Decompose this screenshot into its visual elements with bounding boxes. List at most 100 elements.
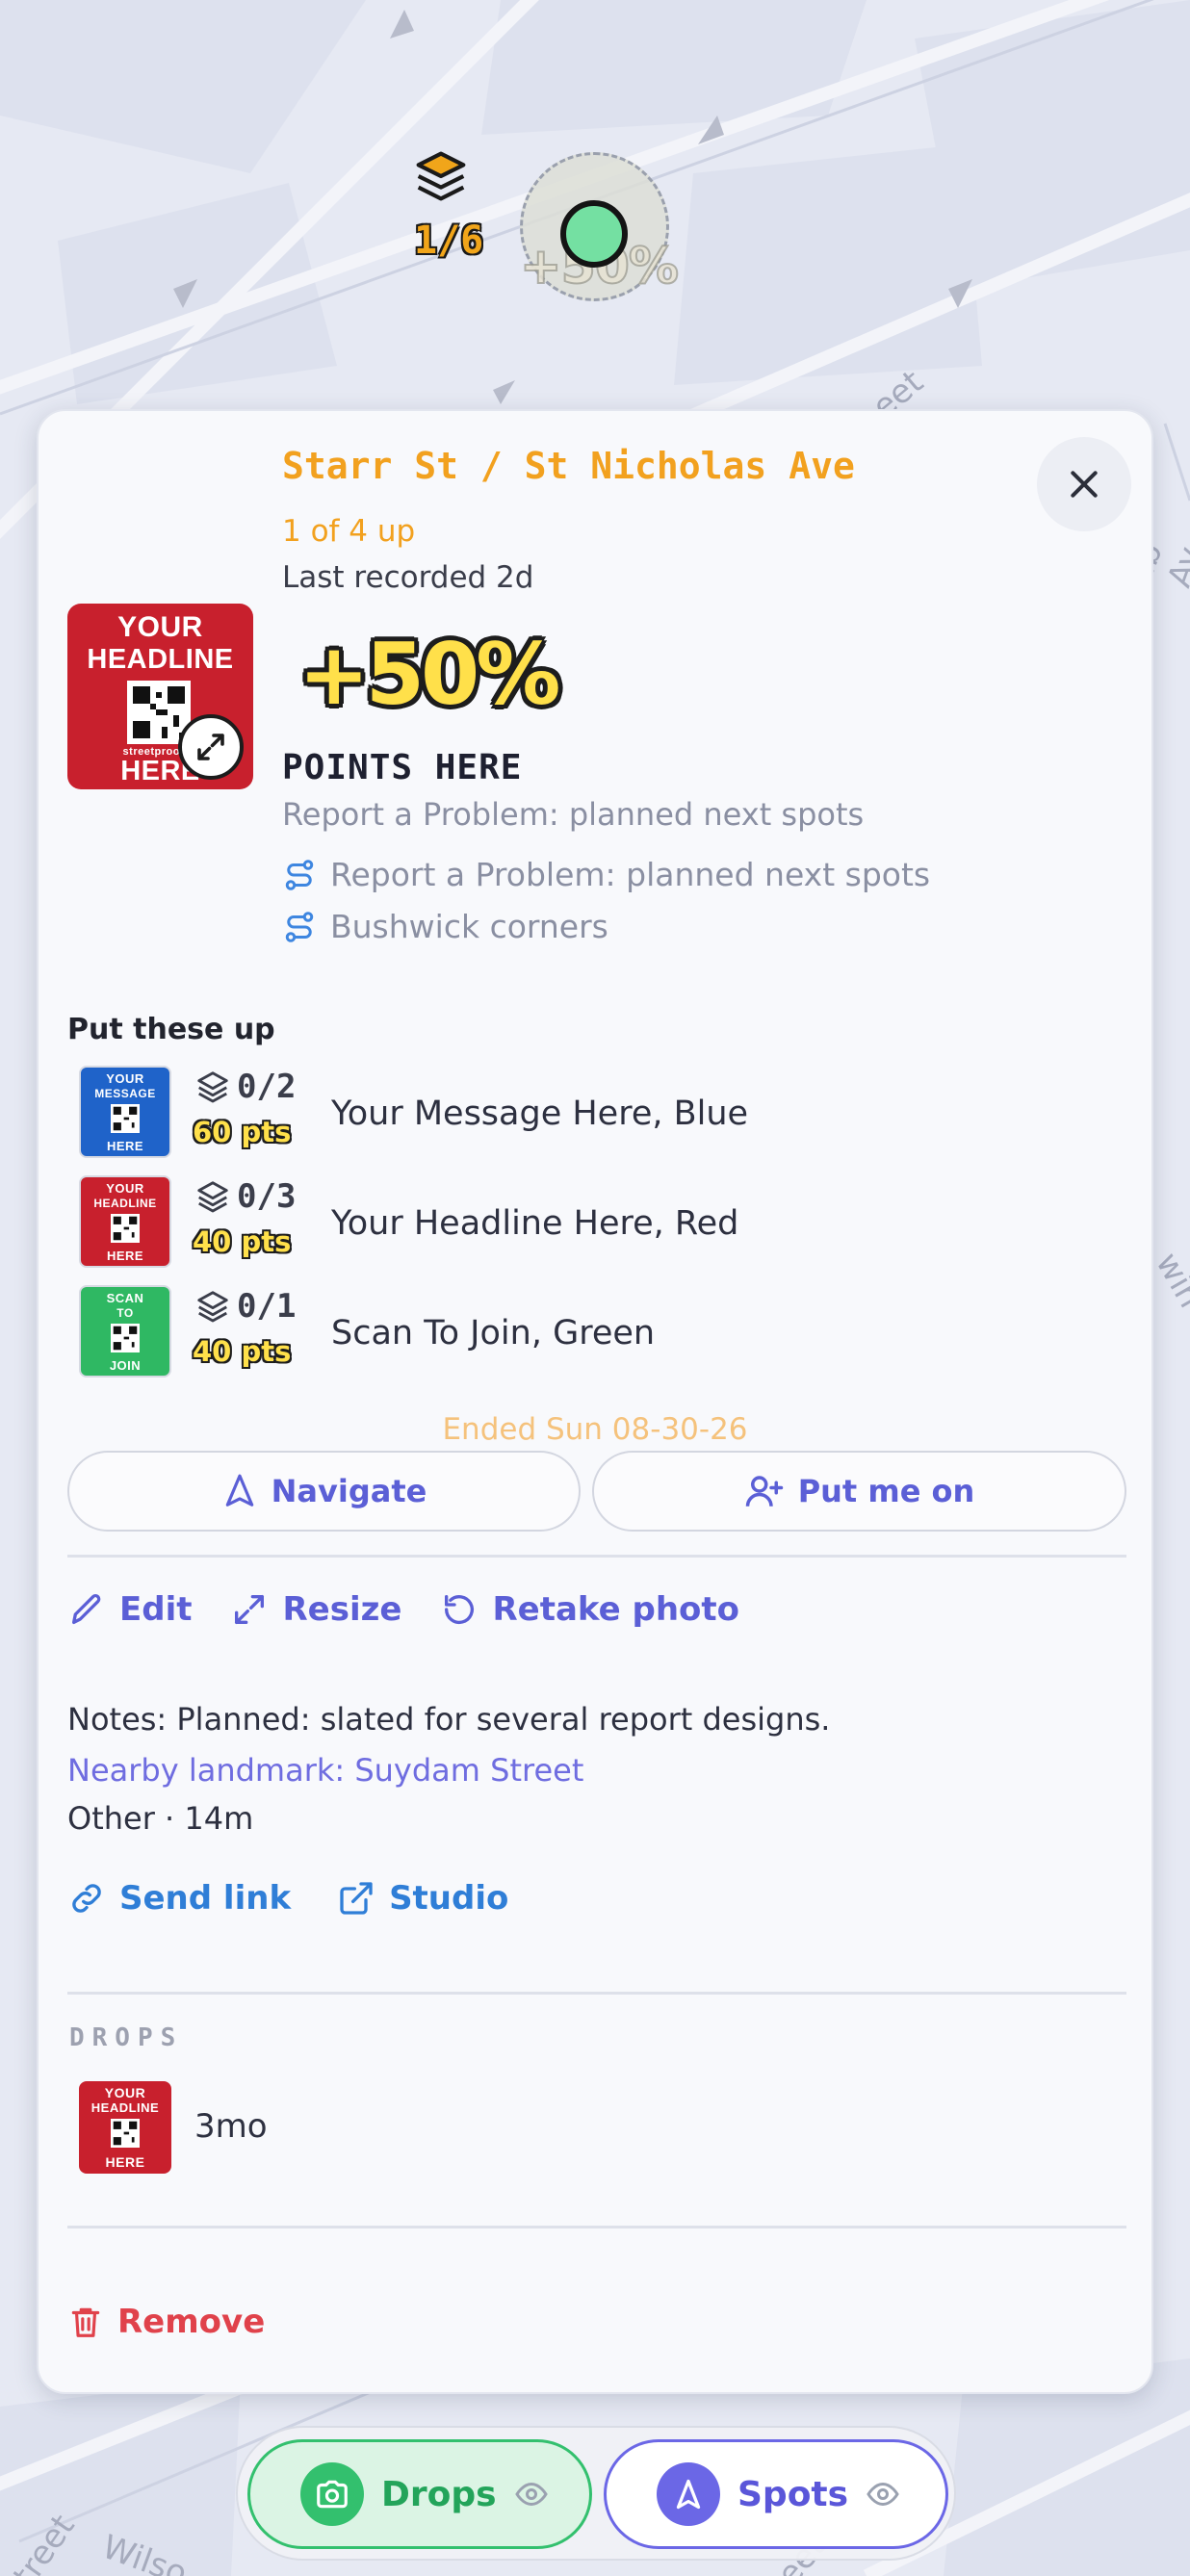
design-count-value: 0/3 xyxy=(237,1177,297,1216)
divider xyxy=(67,1555,1126,1558)
sign-line: YOUR xyxy=(117,611,203,643)
drop-age: 3mo xyxy=(194,2107,268,2146)
sign-line: MESSAGE xyxy=(94,1087,156,1100)
sign-line: HEADLINE xyxy=(93,1197,157,1210)
spot-dot[interactable] xyxy=(560,200,628,268)
navigation-icon xyxy=(225,1474,253,1507)
divider xyxy=(67,2226,1126,2228)
drop-thumbnail[interactable]: YOUR HEADLINE HERE xyxy=(79,2081,171,2174)
navigation-icon xyxy=(657,2462,720,2526)
retake-label: Retake photo xyxy=(492,1590,740,1629)
qr-code xyxy=(111,1214,140,1243)
cluster-count: 1/6 xyxy=(414,219,484,263)
trash-icon xyxy=(71,2307,100,2337)
divider xyxy=(67,1992,1126,1995)
resize-button[interactable]: Resize xyxy=(230,1590,401,1629)
send-link-button[interactable]: Send link xyxy=(67,1879,291,1918)
qr-code xyxy=(111,1104,140,1133)
last-recorded: Last recorded 2d xyxy=(282,560,534,595)
put-me-on-label: Put me on xyxy=(797,1473,975,1509)
eye-icon[interactable] xyxy=(514,2477,549,2512)
studio-button[interactable]: Studio xyxy=(337,1879,508,1918)
edit-actions: Edit Resize Retake photo xyxy=(67,1590,739,1629)
landmark-link[interactable]: Nearby landmark: Suydam Street xyxy=(67,1752,583,1789)
design-name: Your Headline Here, Red xyxy=(331,1204,739,1243)
close-button[interactable] xyxy=(1037,437,1131,531)
put-these-up-label: Put these up xyxy=(67,1013,275,1046)
up-count: 1 of 4 up xyxy=(282,514,416,549)
route-icon xyxy=(285,859,314,890)
tab-spots-label: Spots xyxy=(737,2474,849,2514)
sign-line: SCAN xyxy=(106,1291,144,1305)
layers-icon xyxy=(197,1181,228,1213)
send-link-label: Send link xyxy=(119,1879,292,1918)
edit-button[interactable]: Edit xyxy=(67,1590,192,1629)
design-count-value: 0/1 xyxy=(237,1287,297,1326)
design-row[interactable]: SCAN TO JOIN 0/1 40 pts Scan To Join, Gr… xyxy=(79,1285,1042,1381)
sign-line: HEADLINE xyxy=(91,2100,160,2115)
eye-icon[interactable] xyxy=(866,2477,900,2512)
spot-cluster-marker[interactable]: +50% 1/6 xyxy=(414,149,684,303)
close-icon xyxy=(1071,471,1098,498)
design-thumbnail[interactable]: YOUR HEADLINE HERE xyxy=(79,1175,171,1268)
expand-icon xyxy=(197,734,224,760)
sign-line: TO xyxy=(116,1306,134,1320)
spot-meta: Other · 14m xyxy=(67,1800,254,1837)
notes-text: Notes: Planned: slated for several repor… xyxy=(67,1701,831,1738)
studio-label: Studio xyxy=(389,1879,509,1918)
design-count-value: 0/2 xyxy=(237,1068,297,1106)
pencil-icon xyxy=(72,1593,101,1624)
design-progress: 0/2 xyxy=(194,1068,296,1106)
layers-icon xyxy=(197,1071,228,1103)
spot-detail-card: Starr St / St Nicholas Ave 1 of 4 up Las… xyxy=(37,409,1153,2394)
user-plus-icon xyxy=(745,1476,783,1507)
rotate-icon xyxy=(445,1595,475,1625)
points-here-label: POINTS HERE xyxy=(282,748,523,787)
bonus-badge: +50% xyxy=(298,625,560,724)
route-item[interactable]: Report a Problem: planned next spots xyxy=(282,856,930,893)
design-progress: 0/1 xyxy=(194,1287,296,1326)
route-item[interactable]: Bushwick corners xyxy=(282,908,608,945)
share-links: Send link Studio xyxy=(67,1879,508,1918)
link-icon xyxy=(72,1884,101,1913)
resize-icon xyxy=(235,1595,265,1624)
spot-title: Starr St / St Nicholas Ave xyxy=(282,445,855,487)
route-icon xyxy=(285,911,314,942)
sign-line: YOUR xyxy=(106,1181,144,1196)
ended-date: Ended Sun 08-30-26 xyxy=(442,1412,748,1447)
sign-line: JOIN xyxy=(109,1358,142,1373)
design-name: Your Message Here, Blue xyxy=(331,1095,749,1133)
sign-line: HERE xyxy=(106,1249,144,1263)
bottom-tab-bar: Drops Spots xyxy=(236,2426,956,2561)
expand-photo-button[interactable] xyxy=(178,714,244,780)
qr-code xyxy=(111,2119,140,2148)
retake-photo-button[interactable]: Retake photo xyxy=(440,1590,739,1629)
camera-icon xyxy=(300,2462,364,2526)
drops-section-label: DROPS xyxy=(69,2023,184,2052)
design-row[interactable]: YOUR MESSAGE HERE 0/2 60 pts Your Messag… xyxy=(79,1066,1042,1162)
design-thumbnail[interactable]: SCAN TO JOIN xyxy=(79,1285,171,1378)
remove-label: Remove xyxy=(117,2303,266,2341)
qr-code xyxy=(111,1324,140,1352)
design-progress: 0/3 xyxy=(194,1177,296,1216)
route-label: Bushwick corners xyxy=(330,908,608,945)
route-label: Report a Problem: planned next spots xyxy=(330,856,931,893)
tab-spots[interactable]: Spots xyxy=(604,2439,948,2549)
remove-button[interactable]: Remove xyxy=(67,2303,265,2341)
sign-line: YOUR xyxy=(106,1071,144,1086)
edit-label: Edit xyxy=(119,1590,193,1629)
design-row[interactable]: YOUR HEADLINE HERE 0/3 40 pts Your Headl… xyxy=(79,1175,1042,1272)
design-points: 40 pts xyxy=(193,1225,292,1258)
layers-icon xyxy=(197,1291,228,1323)
points-subtitle: Report a Problem: planned next spots xyxy=(282,796,865,833)
put-me-on-button[interactable]: Put me on xyxy=(592,1451,1126,1532)
navigate-button[interactable]: Navigate xyxy=(67,1451,581,1532)
design-points: 60 pts xyxy=(193,1116,292,1148)
external-link-icon xyxy=(340,1882,373,1915)
design-name: Scan To Join, Green xyxy=(331,1314,656,1352)
navigate-label: Navigate xyxy=(271,1473,427,1509)
layers-icon xyxy=(416,151,466,201)
design-points: 40 pts xyxy=(193,1335,292,1368)
design-thumbnail[interactable]: YOUR MESSAGE HERE xyxy=(79,1066,171,1158)
tab-drops[interactable]: Drops xyxy=(247,2439,592,2549)
